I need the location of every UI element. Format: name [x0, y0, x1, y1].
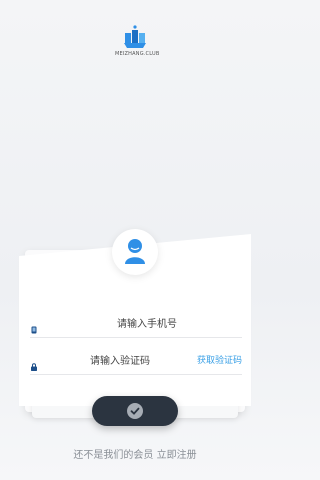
user-avatar	[112, 229, 158, 275]
phone-field[interactable]: 请输入手机号	[30, 309, 242, 338]
phone-input[interactable]: 请输入手机号	[52, 315, 242, 330]
logo-text: MEIZHANG.CLUB	[115, 51, 160, 57]
user-avatar-icon	[125, 239, 145, 264]
get-code-button[interactable]: 获取验证码	[197, 353, 242, 366]
register-link[interactable]: 还不是我们的会员 立即注册	[0, 446, 270, 461]
checkmark-icon	[127, 403, 143, 419]
code-input[interactable]: 请输入验证码	[60, 352, 180, 367]
login-submit-button[interactable]	[92, 396, 178, 426]
verification-code-field[interactable]: 请输入验证码 获取验证码	[30, 346, 242, 375]
app-logo: MEIZHANG.CLUB	[115, 24, 160, 68]
logo-icon	[124, 25, 146, 48]
phone-icon	[30, 319, 38, 334]
lock-icon	[30, 356, 38, 371]
